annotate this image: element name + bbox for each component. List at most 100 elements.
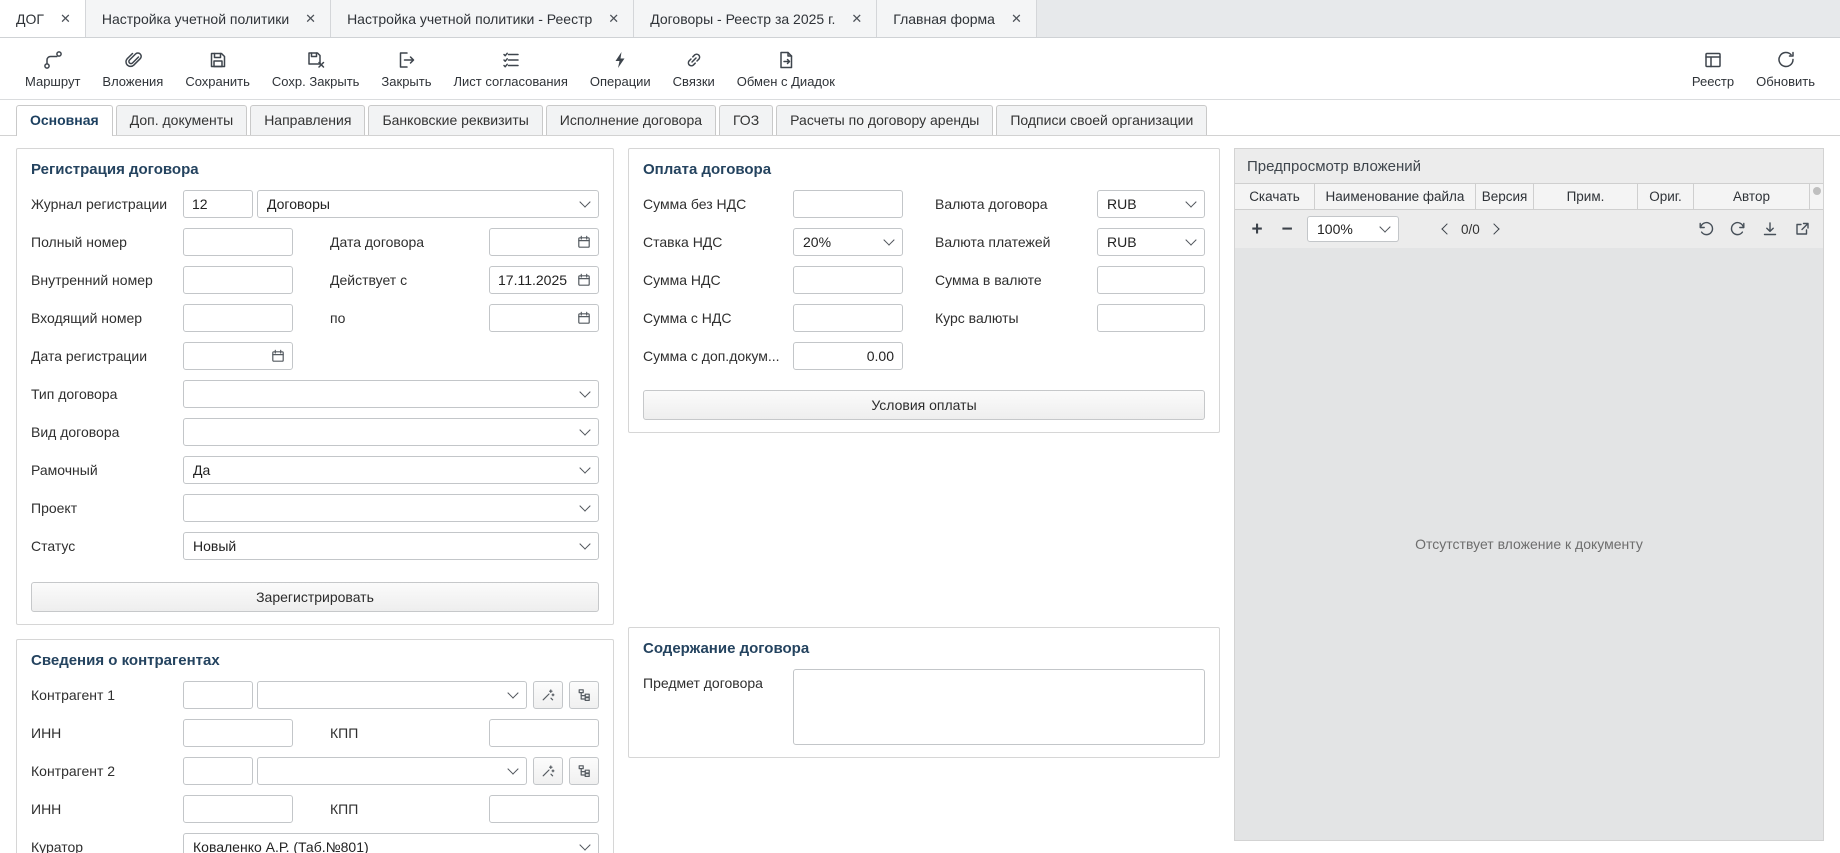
close-tab-icon[interactable]: ✕	[305, 12, 316, 25]
curator-select[interactable]: Коваленко А.Р. (Таб.№801)	[183, 833, 599, 853]
preview-empty-area: Отсутствует вложение к документу	[1235, 248, 1823, 840]
reg-date-field[interactable]	[183, 342, 293, 370]
window-tab-accounting-policy-registry[interactable]: Настройка учетной политики - Реестр ✕	[331, 0, 634, 37]
column-header-filename[interactable]: Наименование файла	[1315, 184, 1476, 209]
valid-to-input[interactable]	[498, 310, 573, 326]
counterparty2-hierarchy-button[interactable]	[569, 757, 599, 785]
operations-button[interactable]: Операции	[579, 44, 662, 94]
inn1-input[interactable]	[183, 719, 293, 747]
download-icon[interactable]	[1761, 220, 1779, 238]
payment-terms-button[interactable]: Условия оплаты	[643, 390, 1205, 420]
rotate-ccw-icon[interactable]	[1697, 220, 1715, 238]
column-header-author[interactable]: Автор	[1694, 184, 1810, 209]
tab-additional-documents[interactable]: Доп. документы	[116, 105, 247, 135]
vat-sum-input[interactable]	[793, 266, 903, 294]
approval-sheet-button[interactable]: Лист согласования	[443, 44, 579, 94]
tab-contract-execution[interactable]: Исполнение договора	[546, 105, 716, 135]
window-tab-contracts-registry[interactable]: Договоры - Реестр за 2025 г. ✕	[634, 0, 877, 37]
reg-date-label: Дата регистрации	[31, 348, 183, 364]
kpp2-input[interactable]	[489, 795, 599, 823]
zoom-level-select[interactable]: 100%	[1307, 216, 1399, 242]
contract-date-field[interactable]	[489, 228, 599, 256]
tab-goz[interactable]: ГОЗ	[719, 105, 773, 135]
calendar-icon	[577, 311, 591, 325]
close-tab-icon[interactable]: ✕	[851, 12, 862, 25]
project-select[interactable]	[183, 494, 599, 522]
counterparty1-code-input[interactable]	[183, 681, 253, 709]
hierarchy-icon	[577, 688, 591, 702]
tab-bank-details[interactable]: Банковские реквизиты	[368, 105, 542, 135]
diadoc-exchange-button[interactable]: Обмен с Диадок	[726, 44, 846, 94]
column-header-version[interactable]: Версия	[1476, 184, 1534, 209]
contract-currency-select[interactable]: RUB	[1097, 190, 1205, 218]
scrollbar-thumb[interactable]	[1813, 187, 1821, 195]
framework-label: Рамочный	[31, 462, 183, 478]
kpp1-input[interactable]	[489, 719, 599, 747]
chevron-right-icon[interactable]	[1488, 223, 1499, 234]
sum-in-currency-input[interactable]	[1097, 266, 1205, 294]
incoming-number-input[interactable]	[183, 304, 293, 332]
sum-with-docs-input[interactable]	[793, 342, 903, 370]
table-scrollbar[interactable]	[1810, 184, 1823, 209]
tab-main[interactable]: Основная	[16, 105, 113, 136]
window-tab-dog[interactable]: ДОГ ✕	[0, 0, 86, 37]
reg-date-input[interactable]	[192, 348, 267, 364]
tab-directions[interactable]: Направления	[250, 105, 365, 135]
currency-rate-input[interactable]	[1097, 304, 1205, 332]
rotate-cw-icon[interactable]	[1729, 220, 1747, 238]
journal-select[interactable]: Договоры	[257, 190, 599, 218]
internal-number-input[interactable]	[183, 266, 293, 294]
contract-kind-select[interactable]	[183, 418, 599, 446]
valid-to-field[interactable]	[489, 304, 599, 332]
counterparty2-code-input[interactable]	[183, 757, 253, 785]
registry-button[interactable]: Реестр	[1681, 44, 1745, 94]
contract-date-label: Дата договора	[330, 234, 489, 250]
journal-number-input[interactable]	[183, 190, 253, 218]
sum-no-vat-input[interactable]	[793, 190, 903, 218]
sum-with-docs-label: Сумма с доп.докум...	[643, 348, 793, 364]
plus-icon: +	[1251, 220, 1262, 239]
chevron-left-icon[interactable]	[1441, 223, 1452, 234]
framework-select[interactable]: Да	[183, 456, 599, 484]
route-button[interactable]: Маршрут	[14, 44, 91, 94]
refresh-button[interactable]: Обновить	[1745, 44, 1826, 94]
valid-from-field[interactable]	[489, 266, 599, 294]
register-button[interactable]: Зарегистрировать	[31, 582, 599, 612]
column-header-original[interactable]: Ориг.	[1638, 184, 1694, 209]
counterparty2-pick-button[interactable]	[533, 757, 563, 785]
valid-from-input[interactable]	[498, 272, 573, 288]
zoom-in-button[interactable]: +	[1247, 218, 1267, 240]
contract-type-select[interactable]	[183, 380, 599, 408]
counterparty1-pick-button[interactable]	[533, 681, 563, 709]
sum-with-vat-input[interactable]	[793, 304, 903, 332]
links-button[interactable]: Связки	[662, 44, 726, 94]
save-close-button[interactable]: Сохр. Закрыть	[261, 44, 371, 94]
contract-subject-textarea[interactable]	[793, 669, 1205, 745]
counterparty1-select[interactable]	[257, 681, 527, 709]
window-tab-accounting-policy[interactable]: Настройка учетной политики ✕	[86, 0, 331, 37]
counterparty2-select[interactable]	[257, 757, 527, 785]
column-header-download[interactable]: Скачать	[1235, 184, 1315, 209]
refresh-label: Обновить	[1756, 74, 1815, 89]
contract-date-input[interactable]	[498, 234, 573, 250]
close-button[interactable]: Закрыть	[370, 44, 442, 94]
tab-lease-settlements[interactable]: Расчеты по договору аренды	[776, 105, 993, 135]
close-tab-icon[interactable]: ✕	[60, 12, 71, 25]
links-label: Связки	[673, 74, 715, 89]
counterparty1-hierarchy-button[interactable]	[569, 681, 599, 709]
tab-own-org-signatures[interactable]: Подписи своей организации	[996, 105, 1207, 135]
inn2-input[interactable]	[183, 795, 293, 823]
sum-no-vat-label: Сумма без НДС	[643, 196, 793, 212]
status-select[interactable]: Новый	[183, 532, 599, 560]
vat-rate-select[interactable]: 20%	[793, 228, 903, 256]
zoom-out-button[interactable]: −	[1277, 218, 1297, 240]
column-header-note[interactable]: Прим.	[1534, 184, 1638, 209]
close-tab-icon[interactable]: ✕	[608, 12, 619, 25]
full-number-input[interactable]	[183, 228, 293, 256]
open-external-icon[interactable]	[1793, 220, 1811, 238]
window-tab-main-form[interactable]: Главная форма ✕	[877, 0, 1037, 37]
attachments-button[interactable]: Вложения	[91, 44, 174, 94]
close-tab-icon[interactable]: ✕	[1011, 12, 1022, 25]
save-button[interactable]: Сохранить	[174, 44, 261, 94]
payment-currency-select[interactable]: RUB	[1097, 228, 1205, 256]
